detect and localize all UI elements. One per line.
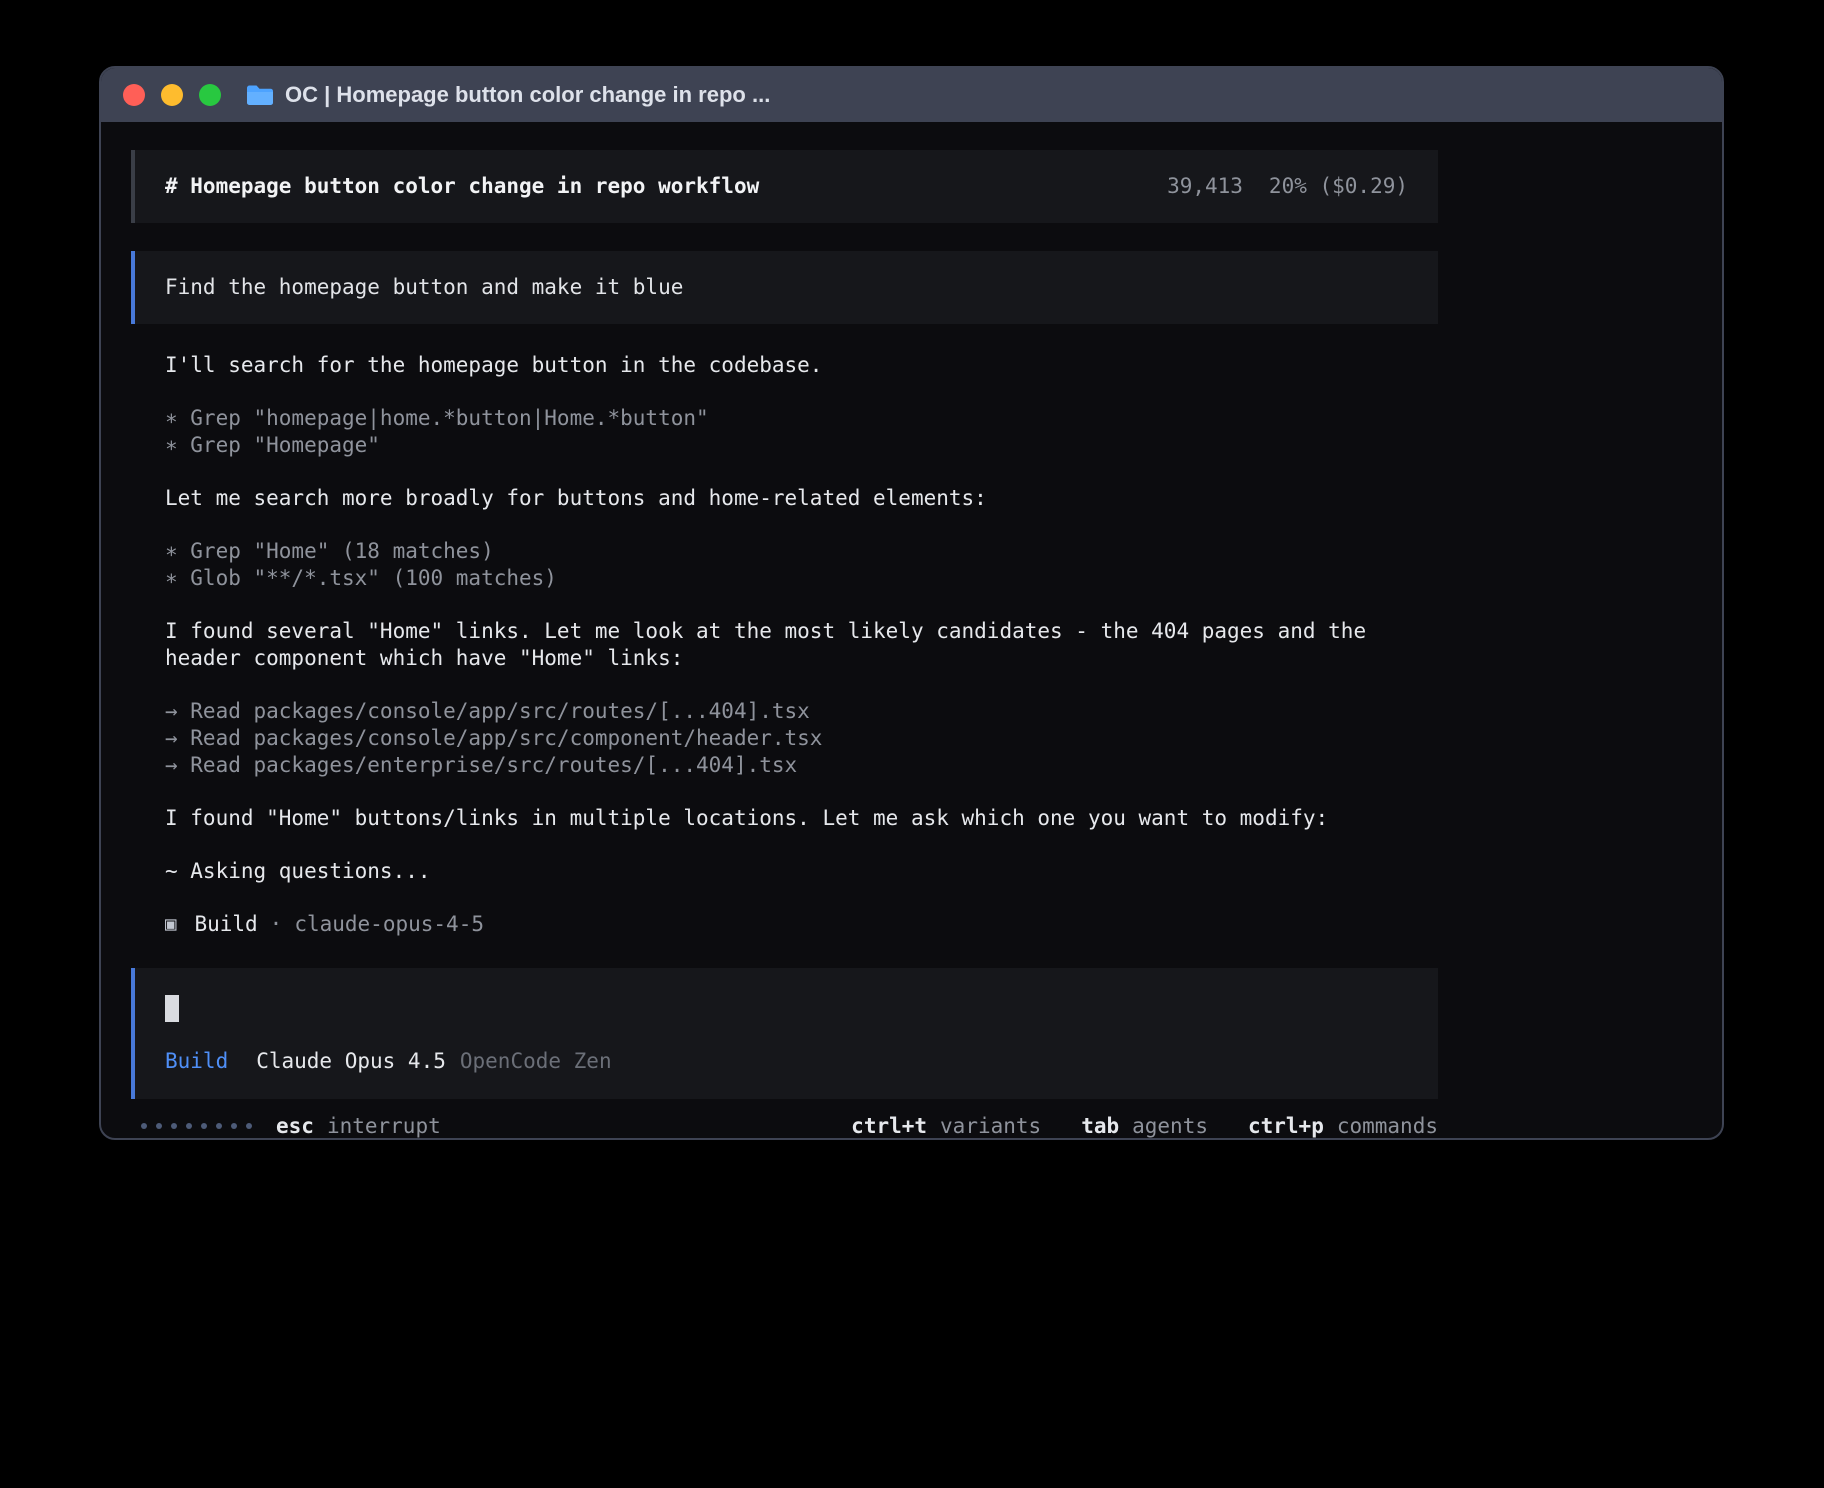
hint-commands: ctrl+p commands xyxy=(1248,1113,1438,1139)
tool-call-read-2: → Read packages/console/app/src/componen… xyxy=(165,725,1438,752)
window-titlebar[interactable]: OC | Homepage button color change in rep… xyxy=(101,68,1722,122)
status-bar: esc interrupt ctrl+t variants tab agents… xyxy=(131,1113,1438,1139)
tool-call-group: ∗ Grep "Home" (18 matches) ∗ Glob "**/*.… xyxy=(131,538,1438,592)
input-footer: Build Claude Opus 4.5 OpenCode Zen xyxy=(165,1048,1408,1075)
agent-name: Build xyxy=(194,911,257,938)
session-stats: 39,413 20% ($0.29) xyxy=(1167,173,1408,200)
assistant-text: I found several "Home" links. Let me loo… xyxy=(131,618,1438,672)
user-message: Find the homepage button and make it blu… xyxy=(131,251,1438,324)
assistant-text: I found "Home" buttons/links in multiple… xyxy=(131,805,1438,832)
mode-indicator[interactable]: Build xyxy=(165,1048,228,1075)
agent-separator: · xyxy=(270,911,283,938)
provider-name: OpenCode Zen xyxy=(460,1048,612,1075)
assistant-text: I'll search for the homepage button in t… xyxy=(131,352,1438,379)
agent-model: claude-opus-4-5 xyxy=(294,911,484,938)
tool-call-group: ∗ Grep "homepage|home.*button|Home.*butt… xyxy=(131,405,1438,459)
tool-call-grep-3: ∗ Grep "Home" (18 matches) xyxy=(165,538,1438,565)
tool-call-read-3: → Read packages/enterprise/src/routes/[.… xyxy=(165,752,1438,779)
context-usage: 20% ($0.29) xyxy=(1269,173,1408,200)
hint-variants: ctrl+t variants xyxy=(851,1113,1041,1139)
session-header: # Homepage button color change in repo w… xyxy=(131,150,1438,223)
text-cursor xyxy=(165,995,179,1022)
session-title: # Homepage button color change in repo w… xyxy=(165,173,759,200)
hint-agents: tab agents xyxy=(1081,1113,1208,1139)
tool-call-glob: ∗ Glob "**/*.tsx" (100 matches) xyxy=(165,565,1438,592)
tool-call-group: → Read packages/console/app/src/routes/[… xyxy=(131,698,1438,779)
token-count: 39,413 xyxy=(1167,173,1243,200)
assistant-text: Let me search more broadly for buttons a… xyxy=(131,485,1438,512)
minimize-button[interactable] xyxy=(161,84,183,106)
tool-call-grep-1: ∗ Grep "homepage|home.*button|Home.*butt… xyxy=(165,405,1438,432)
traffic-lights xyxy=(123,84,221,106)
terminal-body: # Homepage button color change in repo w… xyxy=(101,122,1722,1138)
terminal-window: OC | Homepage button color change in rep… xyxy=(99,66,1724,1140)
folder-icon xyxy=(245,84,273,107)
close-button[interactable] xyxy=(123,84,145,106)
esc-key-hint: esc xyxy=(276,1113,314,1139)
asking-status: ~ Asking questions... xyxy=(131,858,1438,885)
zoom-button[interactable] xyxy=(199,84,221,106)
tool-call-grep-2: ∗ Grep "Homepage" xyxy=(165,432,1438,459)
agent-icon: ▣ xyxy=(165,911,176,938)
esc-key-label: interrupt xyxy=(327,1113,441,1139)
agent-status-line: ▣ Build · claude-opus-4-5 xyxy=(131,911,1438,938)
window-title: OC | Homepage button color change in rep… xyxy=(285,82,770,108)
tool-call-read-1: → Read packages/console/app/src/routes/[… xyxy=(165,698,1438,725)
prompt-input[interactable]: Build Claude Opus 4.5 OpenCode Zen xyxy=(131,968,1438,1099)
spinner-dots-icon xyxy=(141,1123,252,1129)
model-name: Claude Opus 4.5 xyxy=(256,1048,446,1075)
user-message-text: Find the homepage button and make it blu… xyxy=(165,275,683,299)
